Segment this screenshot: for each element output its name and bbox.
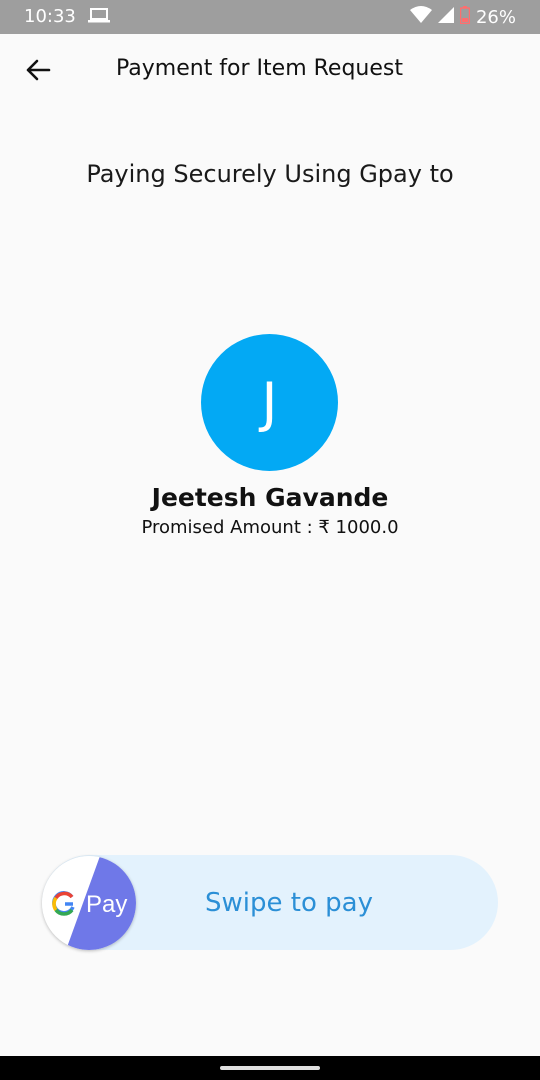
battery-icon bbox=[459, 6, 471, 29]
home-indicator[interactable] bbox=[220, 1066, 320, 1070]
status-time: 10:33 bbox=[24, 6, 76, 27]
avatar-initial: J bbox=[261, 371, 278, 434]
status-bar: 10:33 26% bbox=[0, 0, 540, 34]
gpay-logo-icon: Pay bbox=[42, 856, 136, 950]
swipe-label: Swipe to pay bbox=[205, 887, 373, 918]
page-title: Payment for Item Request bbox=[116, 56, 403, 81]
back-button[interactable] bbox=[14, 50, 62, 94]
payee-name: Jeetesh Gavande bbox=[151, 483, 389, 512]
app-bar: Payment for Item Request bbox=[0, 34, 540, 110]
promised-amount: Promised Amount : ₹ 1000.0 bbox=[141, 517, 399, 538]
arrow-left-icon bbox=[25, 59, 51, 85]
signal-icon bbox=[437, 7, 454, 28]
battery-percent: 26% bbox=[475, 7, 516, 28]
system-nav-bar bbox=[0, 1056, 540, 1080]
avatar: J bbox=[201, 334, 338, 471]
wifi-icon bbox=[409, 6, 432, 29]
laptop-icon bbox=[88, 8, 110, 28]
gpay-pay-text: Pay bbox=[86, 891, 127, 918]
status-indicators: 26% bbox=[409, 6, 516, 29]
payment-subtitle: Paying Securely Using Gpay to bbox=[86, 160, 454, 188]
gpay-swipe-handle[interactable]: Pay bbox=[42, 856, 136, 950]
